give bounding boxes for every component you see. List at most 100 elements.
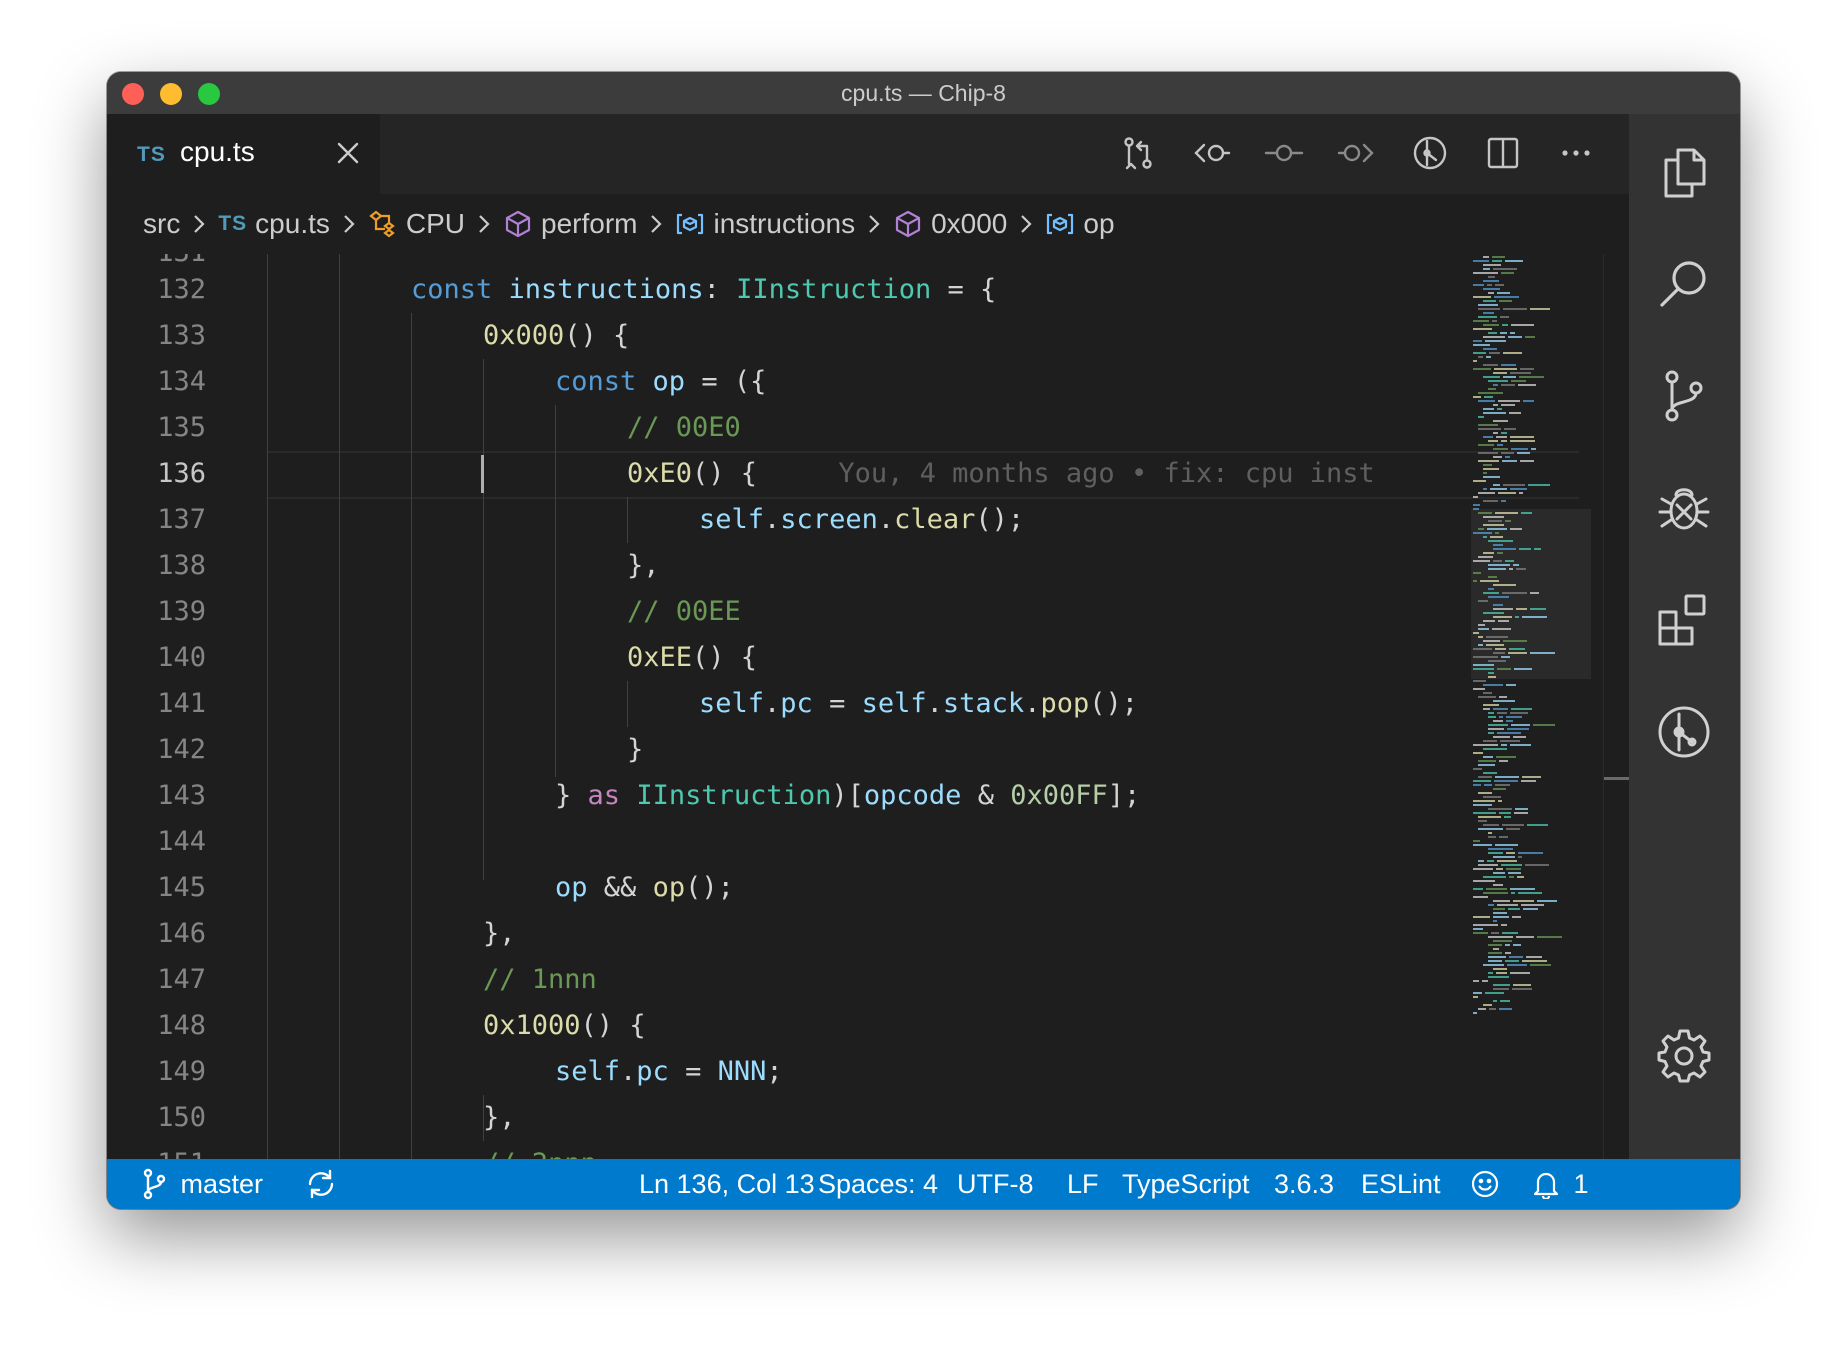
gitlens-icon [1658,706,1710,758]
minimap-code-mark [1514,812,1528,814]
minimap-code-mark [1473,992,1482,994]
search-button[interactable] [1654,254,1714,314]
minimap-code-mark [1478,492,1495,494]
code-line-141: self.pc = self.stack.pop(); [699,688,1139,719]
minimap-code-mark [1478,696,1496,698]
minimap-code-mark [1516,568,1526,570]
indent-guide [339,254,340,1171]
language-mode-selector[interactable]: TypeScript [1122,1159,1250,1209]
scrollbar-position-marker [1604,777,1629,780]
minimap-code-mark [1493,900,1510,902]
open-changes-icon [1124,137,1152,170]
minimap-code-mark [1487,528,1507,530]
minimap-code-mark [1483,796,1501,798]
code-editor[interactable]: 131 132 133 134 135 136 137 138 139 140 … [107,254,1629,1171]
feedback-button[interactable] [1470,1159,1500,1209]
more-actions-button[interactable] [1553,130,1599,176]
eol-selector[interactable]: LF [1067,1159,1099,1209]
code-line-149: self.pc = NNN; [555,1056,783,1087]
minimap-code-mark [1487,284,1492,286]
cursor-position[interactable]: Ln 136, Col 13 [639,1159,815,1209]
minimap-code-mark [1510,888,1535,890]
minimap-code-mark [1483,892,1508,894]
commit-dot-button[interactable] [1261,130,1307,176]
minimap-code-mark [1499,836,1508,838]
split-editor-button[interactable] [1480,130,1526,176]
close-tab-button[interactable] [327,132,369,174]
eslint-status[interactable]: ESLint [1361,1159,1441,1209]
tab-cpu-ts[interactable]: TS cpu.ts [107,114,380,194]
minimap-code-mark [1473,344,1490,346]
minimap-code-mark [1486,356,1491,358]
minimap-code-mark [1478,316,1497,318]
minimap-code-mark [1495,532,1499,534]
line-number: 150 [157,1102,206,1133]
breadcrumb-instructions[interactable]: instructions [713,208,855,240]
debug-button[interactable] [1654,478,1714,538]
minimap-code-mark [1521,512,1532,514]
minimap-code-mark [1499,696,1507,698]
explorer-button[interactable] [1654,142,1714,202]
minimap-code-mark [1493,560,1502,562]
minimap-code-mark [1483,436,1493,438]
minimap-code-mark [1496,972,1507,974]
variable-icon [677,213,704,235]
manage-settings-button[interactable] [1654,1026,1714,1086]
minimap-code-mark [1522,960,1547,962]
previous-change-button[interactable] [1188,130,1234,176]
next-change-button[interactable] [1334,130,1380,176]
minimap-code-mark [1502,824,1524,826]
sync-button[interactable] [305,1159,337,1209]
minimap-code-mark [1500,316,1509,318]
text-cursor [481,455,484,493]
gitlens-button[interactable] [1407,130,1453,176]
minimap-code-mark [1505,456,1510,458]
minimap-code-mark [1507,964,1527,966]
breadcrumb-perform[interactable]: perform [541,208,637,240]
tab-bar: TS cpu.ts [107,114,1629,194]
minimap-code-mark [1478,792,1492,794]
git-branch-item[interactable]: master [141,1159,263,1209]
code-line-145: op && op(); [555,872,734,903]
breadcrumb-cpu[interactable]: CPU [406,208,465,240]
minimap-code-mark [1493,1000,1497,1002]
breadcrumb-0x000[interactable]: 0x000 [931,208,1007,240]
notifications-button[interactable]: 1 [1532,1159,1589,1209]
gitlens-button[interactable] [1654,702,1714,762]
vertical-scrollbar[interactable] [1603,254,1629,1171]
minimap-code-mark [1512,988,1532,990]
indentation-selector[interactable]: Spaces: 4 [818,1159,938,1209]
minimap-code-mark [1483,612,1504,614]
minimap-code-mark [1473,368,1491,370]
minimap-code-mark [1518,852,1543,854]
source-control-button[interactable] [1654,366,1714,426]
typescript-version[interactable]: 3.6.3 [1274,1159,1334,1209]
minimap-code-mark [1521,780,1536,782]
breadcrumb-src[interactable]: src [143,208,180,240]
minimap-code-mark [1497,408,1502,410]
minimap-code-mark [1493,404,1498,406]
minimap-code-mark [1523,908,1538,910]
minimap-code-mark [1510,528,1522,530]
minimap-code-mark [1478,816,1501,818]
minimap[interactable] [1471,254,1591,1171]
minimap-code-mark [1528,484,1550,486]
minimap-code-mark [1501,384,1515,386]
minimap-code-mark [1517,876,1524,878]
code-line-140: 0xEE() { [627,642,758,673]
minimap-code-mark [1478,308,1500,310]
minimap-code-mark [1485,340,1506,342]
minimap-code-mark [1483,324,1499,326]
open-changes-button[interactable] [1115,130,1161,176]
minimap-code-mark [1510,436,1534,438]
breadcrumb-cpu-ts[interactable]: cpu.ts [255,208,330,240]
extensions-button[interactable] [1654,590,1714,650]
breadcrumb-op[interactable]: op [1083,208,1114,240]
minimap-code-mark [1473,888,1483,890]
code-line-147: // 1nnn [483,964,597,995]
minimap-code-mark [1501,924,1507,926]
minimap-code-mark [1497,904,1518,906]
minimap-code-mark [1483,708,1490,710]
encoding-selector[interactable]: UTF-8 [957,1159,1034,1209]
minimap-code-mark [1503,376,1516,378]
